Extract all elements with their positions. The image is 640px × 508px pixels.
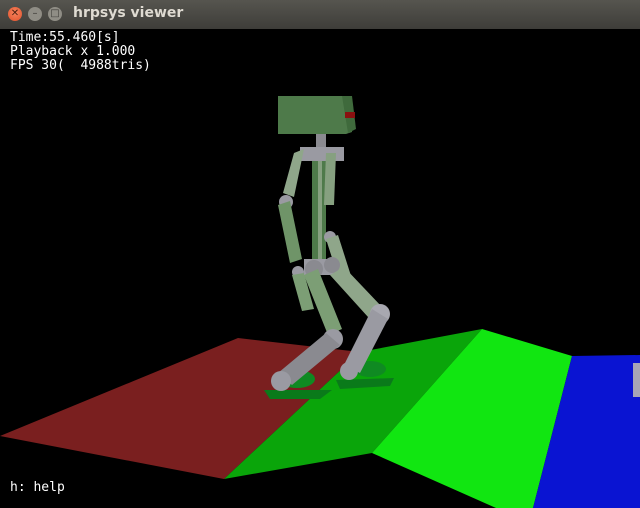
robot-head — [278, 96, 352, 134]
left-forearm — [278, 201, 302, 263]
distant-object — [633, 363, 640, 397]
title-bar[interactable]: ✕ – □ hrpsys viewer — [0, 0, 640, 30]
left-shin-joint — [271, 371, 291, 391]
left-foot — [264, 390, 332, 399]
torso-frame — [300, 147, 344, 161]
scene-render — [0, 96, 640, 508]
app-window: ✕ – □ hrpsys viewer Time:55.460[s] Playb… — [0, 0, 640, 508]
right-shin-joint — [340, 362, 358, 380]
playback-readout: Playback x 1.000 — [10, 44, 136, 59]
torso-spine-highlight — [318, 161, 322, 261]
head-sensor — [345, 112, 355, 118]
left-upper-arm — [283, 149, 304, 197]
help-hint: h: help — [10, 480, 65, 495]
right-hip-joint — [324, 257, 340, 273]
right-upper-arm — [324, 153, 336, 205]
3d-viewport[interactable]: Time:55.460[s] Playback x 1.000 FPS 30( … — [0, 29, 640, 508]
fps-readout: FPS 30( 4988tris) — [10, 58, 151, 73]
minimize-button[interactable]: – — [28, 7, 42, 21]
time-readout: Time:55.460[s] — [10, 30, 120, 45]
close-button[interactable]: ✕ — [8, 7, 22, 21]
maximize-button[interactable]: □ — [48, 7, 62, 21]
window-title: hrpsys viewer — [73, 5, 184, 21]
